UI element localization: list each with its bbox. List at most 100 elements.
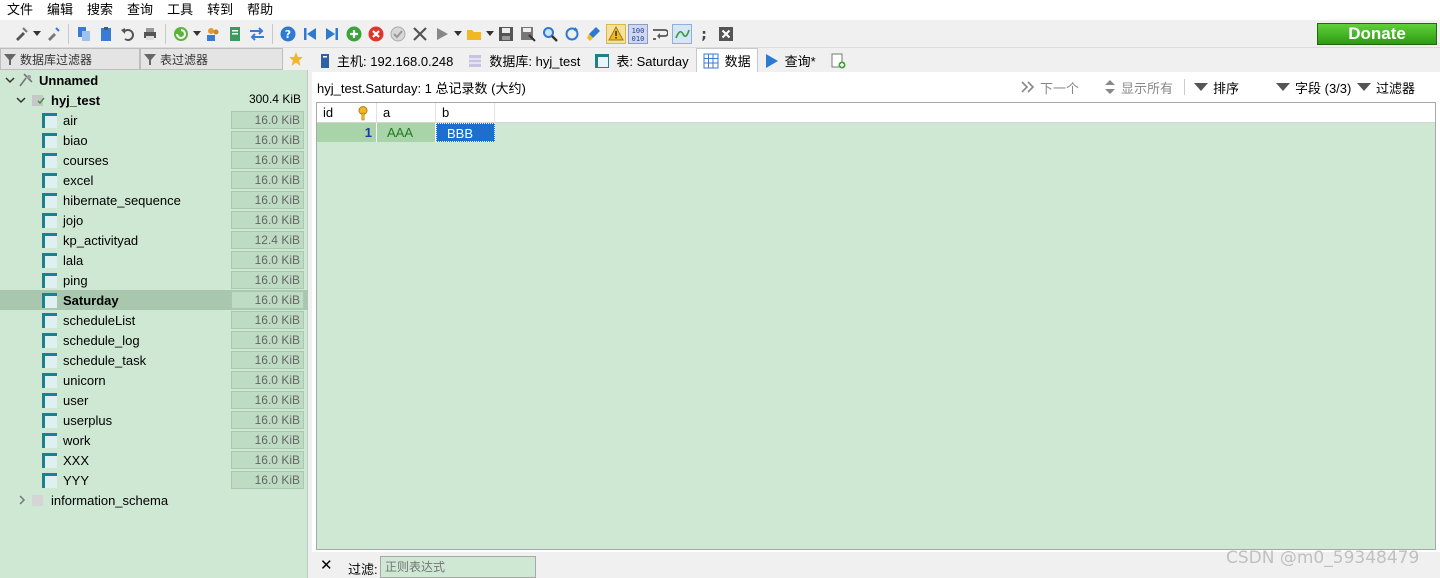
primary-key-icon xyxy=(358,106,368,121)
print-icon[interactable] xyxy=(140,24,160,44)
help-icon[interactable]: ? xyxy=(278,24,298,44)
menu-tools[interactable]: 工具 xyxy=(160,0,200,20)
tab-table[interactable]: 表: Saturday xyxy=(587,49,695,72)
replace-icon[interactable] xyxy=(562,24,582,44)
tab-data[interactable]: 数据 xyxy=(695,48,758,72)
chevron-down-icon[interactable] xyxy=(192,24,202,44)
table-node[interactable]: scheduleList 16.0 KiB xyxy=(0,310,308,330)
table-node[interactable]: biao 16.0 KiB xyxy=(0,130,308,150)
warning-icon[interactable] xyxy=(606,23,626,44)
next-label: 下一个 xyxy=(1040,80,1080,96)
menu-help[interactable]: 帮助 xyxy=(240,0,280,20)
sort-label: 排序 xyxy=(1213,80,1240,96)
tab-query[interactable]: 查询* xyxy=(758,49,823,72)
table-node[interactable]: air 16.0 KiB xyxy=(0,110,308,130)
refresh-icon[interactable] xyxy=(171,24,191,44)
expand-chevron-icon[interactable] xyxy=(5,75,15,85)
save-as-icon[interactable] xyxy=(518,24,538,44)
delete-row-icon[interactable] xyxy=(366,24,386,44)
run-icon[interactable] xyxy=(432,24,452,44)
wrap-icon[interactable] xyxy=(650,24,670,44)
show-all-button[interactable]: 显示所有 xyxy=(1104,72,1173,102)
database-node[interactable]: hyj_test 300.4 KiB xyxy=(0,90,308,110)
add-row-icon[interactable] xyxy=(344,24,364,44)
table-node[interactable]: jojo 16.0 KiB xyxy=(0,210,308,230)
table-icon xyxy=(42,333,57,348)
expand-chevron-icon[interactable] xyxy=(18,495,26,505)
tab-database[interactable]: 数据库: hyj_test xyxy=(460,49,587,72)
close-filter-icon[interactable]: ✕ xyxy=(320,556,333,574)
semicolon-icon[interactable]: ; xyxy=(694,24,714,44)
fields-button[interactable]: 字段 (3/3) xyxy=(1276,72,1351,102)
table-size: 16.0 KiB xyxy=(231,251,304,269)
table-node[interactable]: ping 16.0 KiB xyxy=(0,270,308,290)
regex-filter-input[interactable] xyxy=(380,556,536,578)
record-count-title: hyj_test.Saturday: 1 总记录数 (大约) xyxy=(317,80,526,96)
clear-icon[interactable] xyxy=(584,24,604,44)
disconnect-icon[interactable] xyxy=(43,24,63,44)
binary-icon[interactable]: 100 010 xyxy=(628,23,648,44)
copy-icon[interactable] xyxy=(74,24,94,44)
table-node[interactable]: courses 16.0 KiB xyxy=(0,150,308,170)
paste-icon[interactable] xyxy=(96,24,116,44)
close-tab-icon[interactable] xyxy=(716,24,736,44)
column-header-b[interactable]: b xyxy=(436,103,495,123)
cell-a[interactable]: AAA xyxy=(377,123,436,142)
table-node[interactable]: excel 16.0 KiB xyxy=(0,170,308,190)
users-icon[interactable] xyxy=(203,24,223,44)
menu-file[interactable]: 文件 xyxy=(0,0,40,20)
table-filter-field[interactable]: 表过滤器 xyxy=(140,48,283,70)
chevron-down-icon[interactable] xyxy=(485,24,495,44)
table-node[interactable]: schedule_task 16.0 KiB xyxy=(0,350,308,370)
cancel-icon[interactable] xyxy=(410,24,430,44)
table-node[interactable]: YYY 16.0 KiB xyxy=(0,470,308,490)
session-node[interactable]: Unnamed xyxy=(0,70,308,90)
menu-query[interactable]: 查询 xyxy=(120,0,160,20)
apply-icon[interactable] xyxy=(388,24,408,44)
cell-id[interactable]: 1 xyxy=(317,123,377,142)
sort-button[interactable]: 排序 xyxy=(1194,72,1239,102)
donate-button[interactable]: Donate xyxy=(1317,23,1437,45)
table-node[interactable]: Saturday 16.0 KiB xyxy=(0,290,308,310)
database-node-information-schema[interactable]: information_schema xyxy=(0,490,308,510)
tab-label: 主机: 192.168.0.248 xyxy=(337,54,454,69)
column-header-id[interactable]: id xyxy=(317,103,377,123)
table-node[interactable]: user 16.0 KiB xyxy=(0,390,308,410)
next-button[interactable]: 下一个 xyxy=(1020,72,1079,102)
format-icon[interactable] xyxy=(672,23,692,44)
fields-label: 字段 (3/3) xyxy=(1295,80,1352,96)
table-node[interactable]: hibernate_sequence 16.0 KiB xyxy=(0,190,308,210)
menu-bar: 文件 编辑 搜索 查询 工具 转到 帮助 xyxy=(0,0,1440,20)
first-record-icon[interactable] xyxy=(300,24,320,44)
menu-goto[interactable]: 转到 xyxy=(200,0,240,20)
cell-b[interactable]: BBB xyxy=(436,123,495,142)
chevron-down-icon[interactable] xyxy=(453,24,463,44)
filter-button[interactable]: 过滤器 xyxy=(1357,72,1415,102)
table-node[interactable]: XXX 16.0 KiB xyxy=(0,450,308,470)
table-node[interactable]: lala 16.0 KiB xyxy=(0,250,308,270)
export-icon[interactable] xyxy=(225,24,245,44)
tab-host[interactable]: 主机: 192.168.0.248 xyxy=(312,49,460,72)
table-node[interactable]: userplus 16.0 KiB xyxy=(0,410,308,430)
expand-chevron-icon[interactable] xyxy=(16,95,26,105)
new-query-tab-button[interactable] xyxy=(823,49,859,72)
undo-icon[interactable] xyxy=(118,24,138,44)
database-filter-field[interactable]: 数据库过滤器 xyxy=(0,48,140,70)
menu-edit[interactable]: 编辑 xyxy=(40,0,80,20)
find-icon[interactable] xyxy=(540,24,560,44)
table-size: 16.0 KiB xyxy=(231,331,304,349)
column-header-a[interactable]: a xyxy=(377,103,436,123)
connect-icon[interactable] xyxy=(11,24,31,44)
table-node[interactable]: kp_activityad 12.4 KiB xyxy=(0,230,308,250)
open-folder-icon[interactable] xyxy=(464,24,484,44)
chevron-down-icon xyxy=(1276,83,1290,91)
menu-search[interactable]: 搜索 xyxy=(80,0,120,20)
favorite-star-icon[interactable] xyxy=(283,48,308,70)
table-node[interactable]: unicorn 16.0 KiB xyxy=(0,370,308,390)
table-node[interactable]: work 16.0 KiB xyxy=(0,430,308,450)
save-icon[interactable] xyxy=(496,24,516,44)
table-node[interactable]: schedule_log 16.0 KiB xyxy=(0,330,308,350)
sync-icon[interactable] xyxy=(247,24,267,44)
last-record-icon[interactable] xyxy=(322,24,342,44)
chevron-down-icon[interactable] xyxy=(32,24,42,44)
